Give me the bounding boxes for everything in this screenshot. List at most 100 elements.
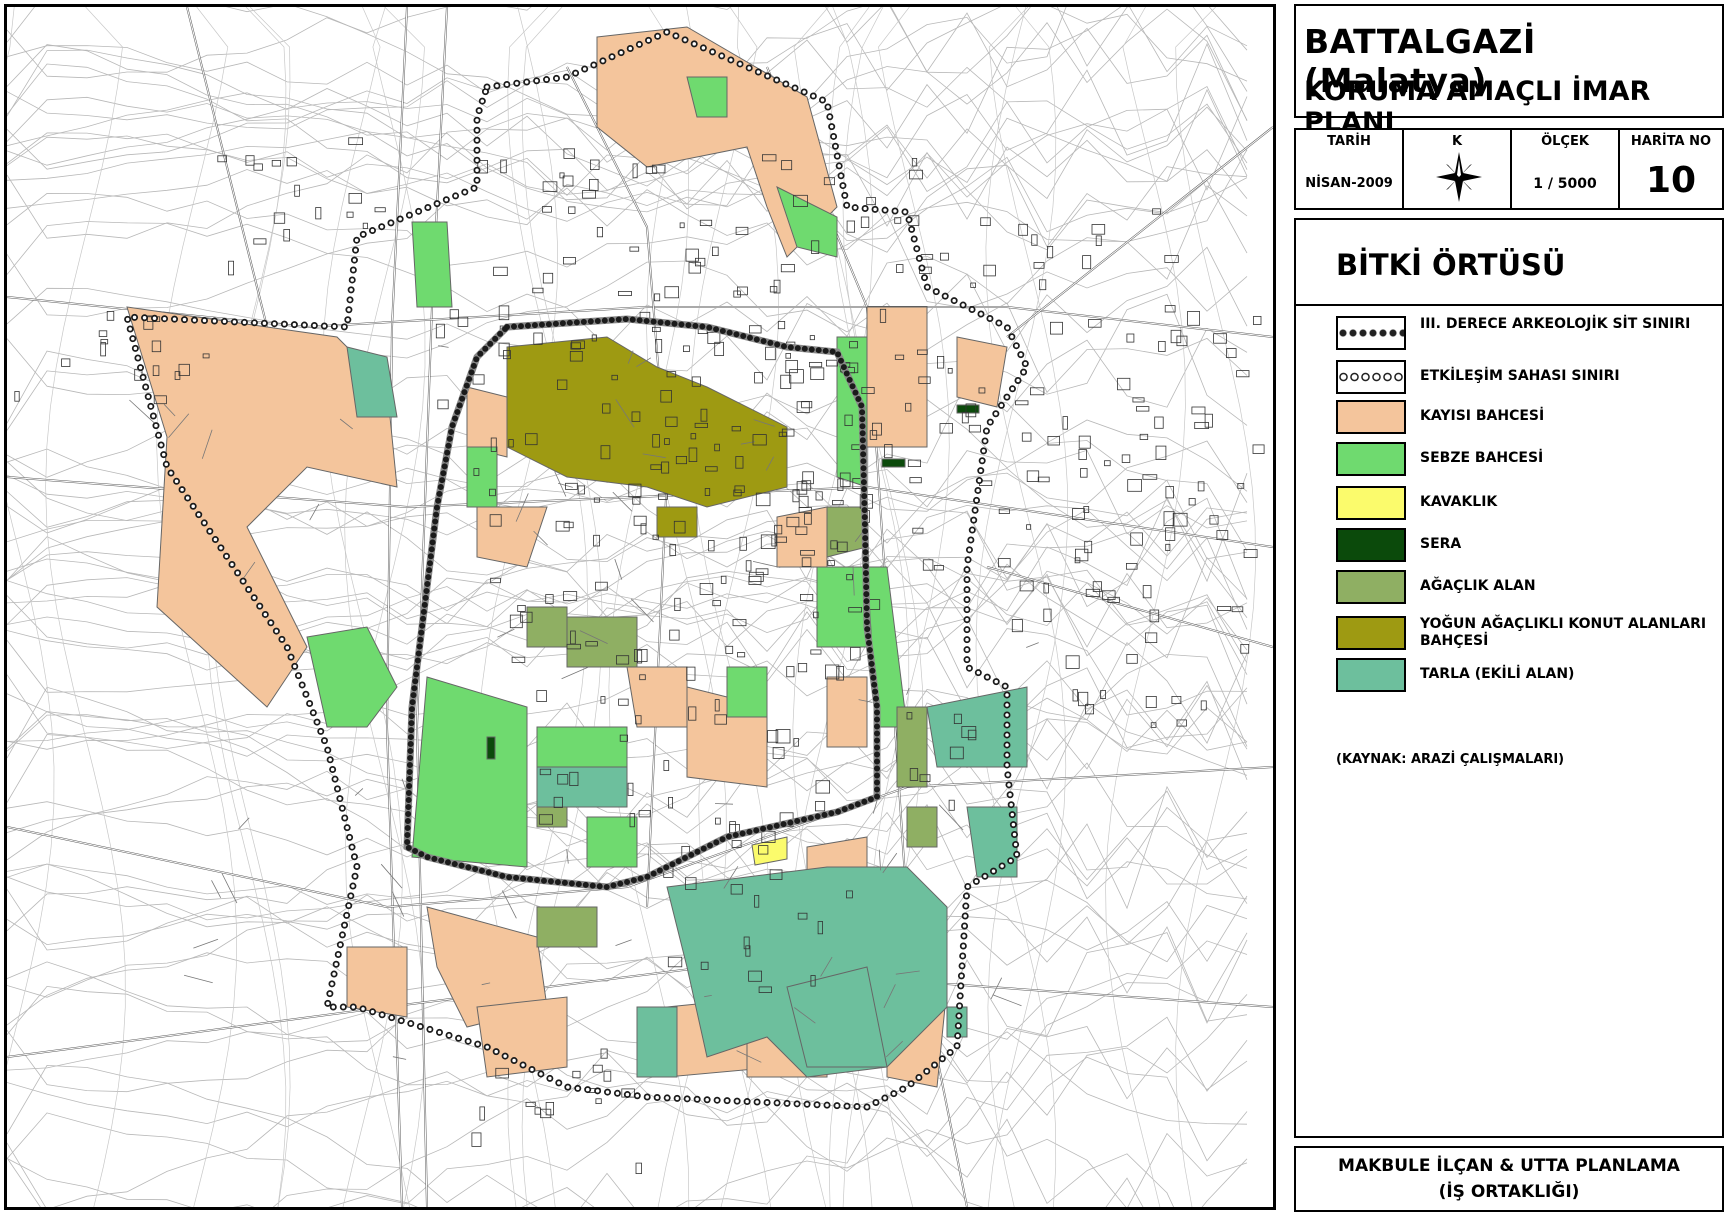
- area-agaclik: [536, 906, 598, 948]
- building: [1145, 696, 1157, 709]
- parcel-line: [501, 890, 517, 919]
- building: [589, 178, 599, 191]
- contour-line: [45, 7, 126, 1207]
- building: [596, 226, 603, 238]
- building: [1037, 476, 1050, 483]
- building: [786, 666, 795, 678]
- building: [712, 246, 719, 257]
- area-sebze: [536, 726, 628, 768]
- building: [1170, 329, 1182, 344]
- building: [1154, 416, 1164, 429]
- building: [669, 629, 680, 641]
- date-cell: TARİH NİSAN-2009: [1296, 130, 1404, 208]
- building: [348, 192, 363, 204]
- legend-swatch: [1336, 442, 1406, 476]
- parcel-line: [992, 994, 1022, 1007]
- building: [1142, 585, 1152, 599]
- parcel-line: [392, 1056, 407, 1060]
- contour-line: [975, 7, 1057, 1207]
- building: [769, 286, 778, 293]
- legend-label: III. DERECE ARKEOLOJİK SİT SINIRI: [1420, 316, 1691, 332]
- building: [437, 399, 449, 410]
- building: [1200, 700, 1207, 711]
- legend-label: SERA: [1420, 536, 1462, 552]
- building: [1155, 445, 1167, 460]
- building: [1217, 606, 1232, 611]
- contour-line: [7, 1013, 1248, 1128]
- legend-swatch: [1336, 570, 1406, 604]
- parcel-line: [614, 558, 623, 580]
- building: [1187, 311, 1201, 326]
- building: [745, 560, 752, 572]
- building: [98, 330, 108, 337]
- building: [545, 1102, 554, 1116]
- building: [797, 663, 808, 673]
- area-tarla: [926, 686, 1028, 768]
- building: [565, 482, 578, 490]
- building: [679, 222, 685, 229]
- area-agaclik: [526, 606, 568, 648]
- building: [785, 359, 798, 374]
- scale-label: ÖLÇEK: [1541, 134, 1589, 149]
- date-value: NİSAN-2009: [1305, 176, 1393, 191]
- building: [809, 361, 823, 368]
- building: [980, 217, 991, 227]
- legend-label: KAVAKLIK: [1420, 494, 1498, 510]
- building: [683, 345, 690, 352]
- legend-swatch: [1336, 528, 1406, 562]
- contour-line: [7, 149, 1248, 266]
- building: [1191, 406, 1206, 415]
- building: [815, 801, 826, 812]
- building: [374, 207, 386, 213]
- area-kayisi: [956, 336, 1008, 408]
- building: [555, 520, 570, 532]
- building: [777, 320, 786, 330]
- parcel-line: [497, 628, 515, 638]
- legend-swatch: [1336, 616, 1406, 650]
- building: [1142, 474, 1158, 480]
- building: [940, 252, 949, 261]
- vegetation-map[interactable]: [7, 7, 1273, 1207]
- scale-cell: ÖLÇEK 1 / 5000: [1512, 130, 1620, 208]
- area-kayisi: [866, 306, 928, 448]
- building: [563, 148, 576, 159]
- parcel-line: [238, 817, 250, 830]
- building: [472, 374, 485, 385]
- building: [755, 568, 769, 575]
- north-arrow-icon: [1436, 152, 1482, 202]
- building: [798, 495, 809, 508]
- contour-line: [322, 7, 403, 1207]
- building: [603, 1070, 612, 1082]
- building: [1026, 470, 1040, 482]
- building: [801, 400, 813, 409]
- map-frame[interactable]: [4, 4, 1276, 1210]
- building: [283, 229, 290, 242]
- legend-title: BİTKİ ÖRTÜSÜ: [1336, 248, 1566, 282]
- area-sebze: [411, 221, 453, 308]
- legend-label: KAYISI BAHCESİ: [1420, 408, 1545, 424]
- road-center: [7, 766, 1273, 908]
- building: [618, 290, 632, 296]
- building: [572, 1070, 581, 1079]
- building: [253, 163, 263, 171]
- building: [315, 207, 322, 220]
- building: [663, 760, 670, 771]
- parcel-line: [938, 804, 964, 831]
- contour-line: [7, 932, 1248, 1097]
- building: [826, 359, 839, 367]
- building: [983, 264, 996, 277]
- building: [1091, 224, 1106, 235]
- building: [1104, 460, 1111, 467]
- contour-line: [7, 1016, 1248, 1207]
- parcel-line: [714, 803, 734, 805]
- legend-label: SEBZE BAHCESİ: [1420, 450, 1544, 466]
- author-line-1: MAKBULE İLÇAN & UTTA PLANLAMA: [1338, 1156, 1680, 1176]
- building: [533, 332, 543, 345]
- info-panel: TARİH NİSAN-2009 K ÖLÇEK 1 / 5000 HARİTA…: [1294, 128, 1724, 210]
- building: [568, 206, 576, 214]
- building: [1047, 435, 1060, 446]
- parcel-line: [211, 880, 222, 898]
- date-label: TARİH: [1327, 134, 1371, 149]
- area-agaclik: [566, 616, 638, 668]
- parcel-line: [309, 503, 320, 521]
